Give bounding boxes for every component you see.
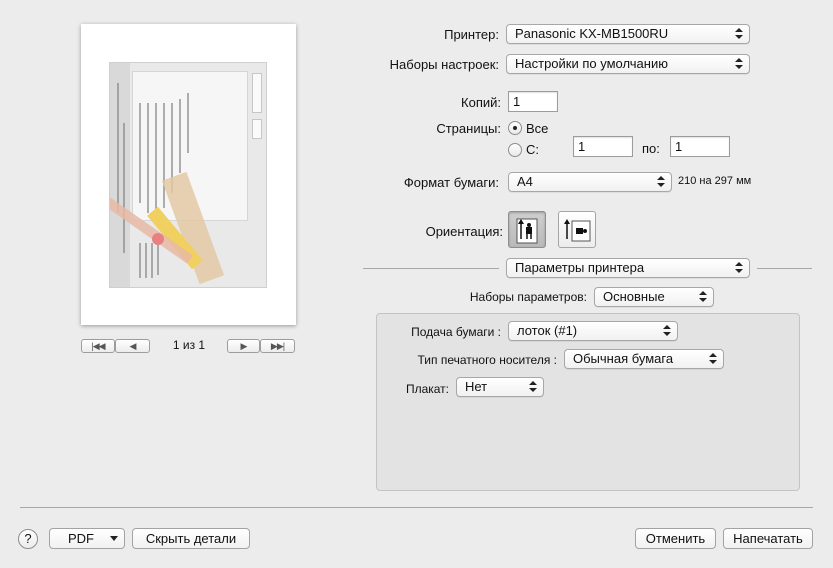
paper-feed-label: Подача бумаги : (411, 325, 501, 339)
copies-input[interactable]: 1 (508, 91, 558, 112)
poster-label: Плакат: (405, 382, 449, 396)
pages-range-radio[interactable] (508, 143, 522, 157)
preview-first-page-button[interactable]: |◀◀ (81, 339, 115, 353)
preview-installer-art (110, 83, 225, 285)
pages-label: Страницы: (436, 121, 501, 136)
preview-prev-page-button[interactable]: ◀ (115, 339, 150, 353)
pages-to-input[interactable]: 1 (670, 136, 730, 157)
preview-thumbnail (109, 62, 267, 288)
popup-arrows-icon (657, 176, 665, 188)
orientation-portrait-button[interactable] (508, 211, 546, 248)
presets-select[interactable]: Настройки по умолчанию (506, 54, 750, 74)
pages-all-radio[interactable] (508, 121, 522, 135)
preview-last-page-button[interactable]: ▶▶| (260, 339, 295, 353)
media-type-label: Тип печатного носителя : (417, 353, 558, 367)
param-sets-select[interactable]: Основные (594, 287, 714, 307)
paper-feed-select[interactable]: лоток (#1) (508, 321, 678, 341)
portrait-orientation-icon (516, 218, 538, 244)
presets-value: Настройки по умолчанию (515, 56, 668, 71)
dropdown-triangle-icon (110, 536, 118, 541)
section-select[interactable]: Параметры принтера (506, 258, 750, 278)
paper-feed-value: лоток (#1) (517, 323, 578, 338)
paper-dimensions: 210 на 297 мм (678, 175, 752, 187)
pages-from-input[interactable]: 1 (573, 136, 633, 157)
cancel-button[interactable]: Отменить (635, 528, 716, 549)
pages-from-label: С: (526, 142, 539, 157)
section-divider-left (363, 268, 499, 269)
media-type-select[interactable]: Обычная бумага (564, 349, 724, 369)
section-divider-right (757, 268, 812, 269)
popup-arrows-icon (663, 325, 671, 337)
orientation-landscape-button[interactable] (558, 211, 596, 248)
pdf-label: PDF (68, 531, 94, 546)
printer-options-panel: Подача бумаги : лоток (#1) Тип печатного… (376, 313, 800, 491)
popup-arrows-icon (735, 262, 743, 274)
param-sets-value: Основные (603, 289, 665, 304)
pdf-menu-button[interactable]: PDF (49, 528, 125, 549)
paper-size-value: A4 (517, 174, 533, 189)
orientation-label: Ориентация: (425, 224, 503, 239)
page-preview (81, 24, 296, 325)
preview-next-page-button[interactable]: ▶ (227, 339, 260, 353)
copies-label: Копий: (461, 95, 501, 110)
pages-to-label: по: (642, 141, 660, 156)
poster-select[interactable]: Нет (456, 377, 544, 397)
help-button[interactable]: ? (18, 529, 38, 549)
popup-arrows-icon (529, 381, 537, 393)
hide-details-button[interactable]: Скрыть детали (132, 528, 250, 549)
media-type-value: Обычная бумага (573, 351, 674, 366)
param-sets-label: Наборы параметров: (469, 290, 587, 304)
paper-size-select[interactable]: A4 (508, 172, 672, 192)
printer-label: Принтер: (444, 27, 499, 42)
print-button[interactable]: Напечатать (723, 528, 813, 549)
popup-arrows-icon (735, 58, 743, 70)
footer-divider (20, 507, 813, 508)
printer-value: Panasonic KX-MB1500RU (515, 26, 669, 41)
popup-arrows-icon (709, 353, 717, 365)
presets-label: Наборы настроек: (389, 57, 499, 72)
landscape-orientation-icon (564, 219, 591, 242)
section-value: Параметры принтера (515, 260, 645, 275)
popup-arrows-icon (735, 28, 743, 40)
popup-arrows-icon (699, 291, 707, 303)
preview-page-indicator: 1 из 1 (172, 338, 206, 352)
paper-size-label: Формат бумаги: (403, 175, 499, 190)
printer-select[interactable]: Panasonic KX-MB1500RU (506, 24, 750, 44)
help-icon: ? (24, 531, 32, 546)
pages-all-label: Все (526, 121, 549, 136)
poster-value: Нет (465, 379, 488, 394)
